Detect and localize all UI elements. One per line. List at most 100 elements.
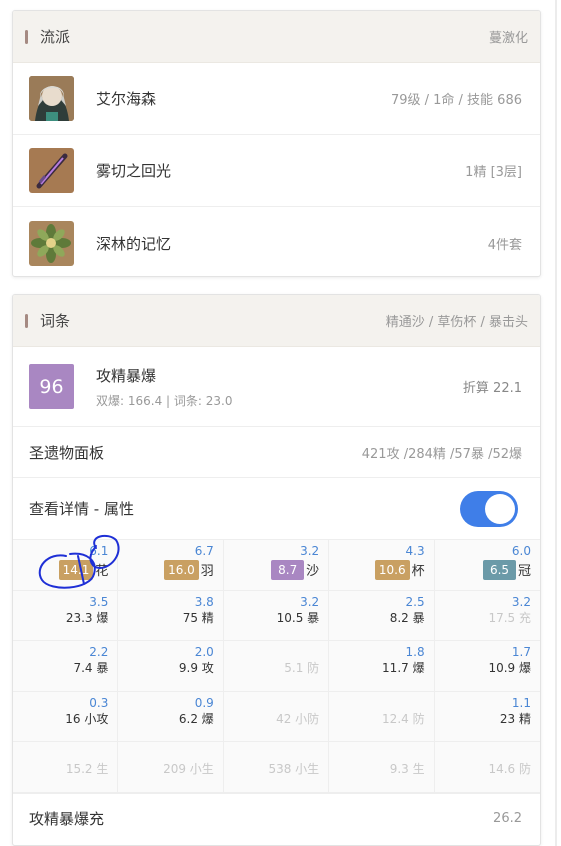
- roll-value: 0.9: [194, 695, 214, 710]
- artifact-slot-label: 冠: [517, 564, 531, 579]
- roll-value: 1.1: [511, 695, 531, 710]
- artifact-set-meta: 4件套: [487, 237, 522, 253]
- roll-value: 3.5: [89, 594, 109, 609]
- main-stat-cell: 4.3 10.6 杯: [329, 540, 435, 591]
- roll-value: 6.7: [194, 544, 214, 558]
- toggle-knob: [485, 493, 515, 524]
- roll-value: 3.2: [511, 594, 531, 609]
- substat-value: 23.3 爆: [65, 610, 109, 625]
- main-stat-badge: 8.7: [271, 559, 305, 580]
- roll-value: [329, 696, 424, 711]
- header-accent-bar: [25, 29, 28, 44]
- substat-cell: 1.7 10.9 爆: [434, 641, 540, 692]
- character-row[interactable]: 艾尔海森 79级 / 1命 / 技能 686: [13, 63, 540, 135]
- substat-value: 11.7 爆: [382, 661, 425, 676]
- substat-cell: 5.1 防: [223, 641, 330, 692]
- build-card: 流派 蔓激化 艾尔海森 79级 / 1命 / 技能 686 雾切之回光 1精 […: [12, 10, 541, 277]
- substat-value: 23 精: [499, 711, 531, 726]
- roll-value: 0.3: [89, 695, 109, 710]
- roll-value: 1.7: [511, 645, 531, 660]
- character-portrait-icon: [29, 76, 74, 121]
- artifact-slot-label: 杯: [411, 564, 425, 579]
- page-scrollbar[interactable]: [555, 0, 557, 846]
- detail-toggle-label: 查看详情 - 属性: [29, 500, 134, 518]
- roll-value: 3.8: [194, 594, 214, 609]
- footer-label: 攻精暴爆充: [29, 810, 105, 829]
- main-stat-badge: 6.5: [482, 559, 516, 580]
- artifact-set-row[interactable]: 深林的记忆 4件套: [13, 207, 540, 276]
- main-stat-cell: 6.0 6.5 冠: [434, 540, 540, 591]
- substat-cell: 3.2 17.5 充: [434, 591, 540, 642]
- weapon-name: 雾切之回光: [96, 162, 172, 180]
- substat-value: 6.2 爆: [178, 711, 214, 726]
- main-stat-badge: 10.6: [374, 559, 410, 580]
- roll-value: [13, 746, 108, 761]
- substat-cell: 2.0 9.9 攻: [118, 641, 224, 692]
- score-badge: 96: [29, 364, 74, 409]
- main-stat-cell: 6.1 14.1 花: [13, 540, 119, 591]
- substat-cell: 12.4 防: [329, 691, 435, 743]
- substat-value: 12.4 防: [382, 711, 425, 726]
- panel-label: 圣遗物面板: [29, 443, 105, 462]
- footer-row: 攻精暴爆充 26.2: [13, 794, 540, 844]
- substat-cell: 2.2 7.4 暴: [13, 641, 119, 692]
- score-text: 攻精暴爆 双爆: 166.4 | 词条: 23.0: [96, 365, 463, 409]
- weapon-sword-icon: [29, 148, 74, 193]
- substat-value: 10.5 暴: [276, 610, 320, 625]
- substat-cell: 3.8 75 精: [118, 590, 224, 642]
- substat-value: 7.4 暴: [73, 661, 109, 676]
- detail-toggle-switch[interactable]: [460, 490, 518, 527]
- substat-value: 14.6 防: [488, 762, 531, 777]
- substat-cell: 42 小防: [223, 691, 330, 743]
- substat-cell: 1.1 23 精: [434, 692, 540, 743]
- substat-value: 10.9 爆: [488, 661, 531, 676]
- substat-cell: 2.5 8.2 暴: [329, 590, 435, 642]
- substat-value: 5.1 防: [284, 661, 320, 676]
- roll-value: 6.1: [89, 544, 109, 558]
- main-stat-cell: 3.2 8.7 沙: [223, 540, 330, 591]
- panel-row: 圣遗物面板 421攻 /284精 /57暴 /52爆: [13, 427, 540, 478]
- substat-value: 17.5 充: [488, 610, 531, 625]
- substats-title: 词条: [40, 312, 71, 330]
- substat-cell: 15.2 生: [13, 742, 119, 793]
- weapon-row[interactable]: 雾切之回光 1精 [3层]: [13, 135, 540, 207]
- substat-cell: 209 小生: [118, 742, 224, 793]
- substats-card-header: 词条 精通沙 / 草伤杯 / 暴击头: [13, 295, 540, 347]
- roll-value: 1.8: [405, 645, 425, 660]
- roll-value: 6.0: [511, 544, 531, 558]
- roll-value: [224, 645, 319, 660]
- substat-value: 8.2 暴: [389, 610, 425, 625]
- header-accent-bar: [25, 313, 28, 328]
- substat-value: 15.2 生: [65, 762, 109, 777]
- roll-value: [118, 746, 213, 761]
- substat-cell: 3.5 23.3 爆: [13, 590, 119, 642]
- roll-value: [435, 746, 531, 761]
- substat-cell: 538 小生: [223, 742, 330, 793]
- roll-value: [224, 696, 319, 711]
- roll-value: [224, 746, 319, 761]
- score-row: 96 攻精暴爆 双爆: 166.4 | 词条: 23.0 折算 22.1: [13, 347, 540, 427]
- artifact-slot-label: 花: [95, 564, 109, 579]
- substat-cell: 3.2 10.5 暴: [223, 590, 330, 642]
- artifact-flower-icon: [29, 220, 74, 266]
- substat-cell: 0.3 16 小攻: [13, 691, 119, 743]
- roll-value: 3.2: [300, 594, 320, 609]
- substat-cell: 1.8 11.7 爆: [329, 641, 435, 692]
- build-subtitle: 蔓激化: [488, 31, 528, 46]
- substat-cell: 0.9 6.2 爆: [118, 691, 224, 743]
- character-name: 艾尔海森: [96, 90, 157, 108]
- footer-meta: 26.2: [493, 811, 522, 827]
- build-title: 流派: [40, 28, 71, 46]
- score-label: 攻精暴爆: [96, 366, 157, 385]
- substat-grid: 6.1 14.1 花 6.7 16.0 羽 3.2 8.7 沙 4.3 10.6 杯 6.0 6.5 冠 3.…: [13, 540, 540, 794]
- detail-toggle-row: 查看详情 - 属性: [13, 478, 540, 540]
- roll-value: 2.0: [194, 645, 214, 660]
- main-stat-cell: 6.7 16.0 羽: [118, 540, 224, 591]
- score-meta: 折算 22.1: [462, 381, 522, 396]
- substat-cell: 14.6 防: [434, 742, 540, 793]
- artifact-slot-label: 沙: [306, 564, 320, 579]
- panel-meta: 421攻 /284精 /57暴 /52爆: [361, 446, 522, 462]
- substat-value: 209 小生: [163, 762, 214, 777]
- build-card-header: 流派 蔓激化: [13, 11, 540, 63]
- substat-value: 75 精: [182, 610, 214, 625]
